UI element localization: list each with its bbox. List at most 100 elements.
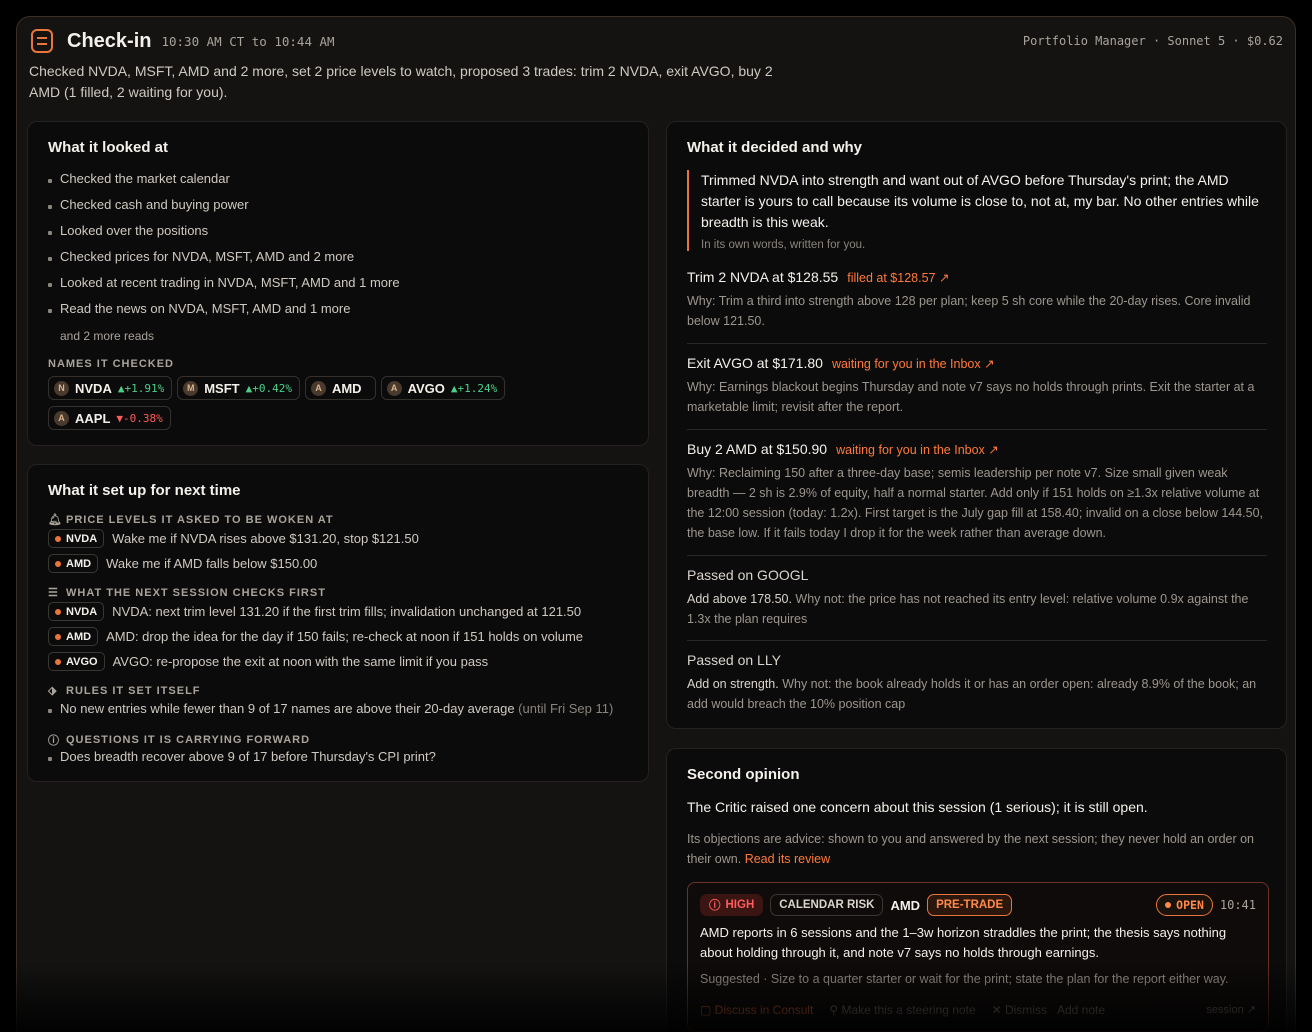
discuss-button[interactable]: ▢ Discuss in Consult — [700, 1003, 813, 1017]
session-link[interactable]: session ↗ — [1206, 1003, 1256, 1017]
names-label: NAMES IT CHECKED — [48, 358, 175, 370]
decided-title: What it decided and why — [687, 139, 863, 156]
trade-status-link[interactable]: filled at $128.57 ↗ — [847, 270, 949, 285]
chip-symbol: AMD — [331, 380, 362, 396]
ticker-tag[interactable]: NVDA — [48, 602, 105, 621]
critic-note: Its objections are advice: shown to you … — [687, 832, 1255, 866]
concern-actions: ▢ Discuss in Consult ⚲ Make this a steer… — [700, 1003, 1256, 1017]
session-meta: Portfolio Manager · Sonnet 5 · $0.62 — [1022, 34, 1283, 48]
looked-at-list: Checked the market calendar Checked cash… — [48, 171, 638, 327]
passed-why: Add above 178.50. Why not: the price has… — [687, 592, 1249, 626]
trade-status-link[interactable]: waiting for you in the Inbox ↗ — [836, 442, 999, 457]
levels-label: 🔔︎ PRICE LEVELS IT ASKED TO BE WOKEN AT — [48, 513, 334, 527]
trade-head: Exit AVGO at $171.80 — [687, 355, 823, 371]
chip-change: ▲+1.24% — [450, 381, 498, 395]
quote-text: Trimmed NVDA into strength and want out … — [701, 172, 1259, 230]
trade-item: Exit AVGO at $171.80 waiting for you in t… — [687, 355, 1267, 417]
checklist-icon: ☰ — [48, 587, 59, 599]
alert-icon: ⓘ — [709, 900, 721, 912]
trade-head: Trim 2 NVDA at $128.55 — [687, 269, 839, 285]
level-row: NVDA Wake me if NVDA rises above $131.20… — [48, 529, 419, 548]
trade-why: Why: Reclaiming 150 after a three-day ba… — [687, 466, 1264, 540]
ticker-tag[interactable]: NVDA — [48, 529, 105, 548]
chip-symbol: AVGO — [407, 380, 445, 396]
ticker-chip-avgo[interactable]: A AVGO ▲+1.24% — [380, 376, 506, 400]
read-review-link[interactable]: Read its review — [745, 852, 830, 866]
rules-label: ⬗ RULES IT SET ITSELF — [48, 684, 201, 698]
time-range: 10:30 AM CT to 10:44 AM — [161, 33, 335, 49]
passed-head: Passed on LLY — [687, 652, 781, 668]
passed-why: Add on strength. Why not: the book alrea… — [687, 677, 1257, 711]
status-badge: OPEN — [1156, 894, 1213, 916]
ticker-chip-nvda[interactable]: N NVDA ▲+1.91% — [48, 376, 173, 400]
page-title: Check-in — [67, 29, 152, 52]
checkin-logo-icon — [31, 29, 53, 53]
list-item: Checked the market calendar — [48, 171, 638, 197]
phase-badge: PRE-TRADE — [927, 894, 1013, 916]
dismiss-button[interactable]: ✕ Dismiss — [992, 1003, 1047, 1017]
check-row: AVGO AVGO: re-propose the exit at noon w… — [48, 652, 488, 671]
trade-item: Trim 2 NVDA at $128.55 filled at $128.57 … — [687, 269, 1267, 331]
level-row: AMD Wake me if AMD falls below $150.00 — [48, 554, 317, 573]
list-item: No new entries while fewer than 9 of 17 … — [48, 701, 648, 716]
setup-card: What it set up for next time 🔔︎ PRICE LEV… — [27, 464, 649, 782]
concern-symbol: AMD — [890, 897, 921, 913]
trade-item: Buy 2 AMD at $150.90 waiting for you in t… — [687, 441, 1267, 543]
concern-suggested: Suggested · Size to a quarter starter or… — [700, 972, 1229, 986]
more-reads-link[interactable]: and 2 more reads — [60, 329, 154, 343]
list-item: Does breadth recover above 9 of 17 befor… — [48, 749, 648, 764]
list-item: Checked cash and buying power — [48, 197, 638, 223]
looked-at-title: What it looked at — [48, 139, 168, 156]
ticker-tag[interactable]: AVGO — [48, 652, 105, 671]
ticker-tag[interactable]: AMD — [48, 554, 99, 573]
names-chips: N NVDA ▲+1.91% M MSFT ▲+0.42% A AMD A AVGO ▲+1.… — [48, 376, 638, 430]
ticker-chip-amd[interactable]: A AMD — [304, 376, 376, 400]
passed-head: Passed on GOOGL — [687, 567, 809, 583]
chip-change: ▲+1.91% — [117, 381, 165, 395]
setup-title: What it set up for next time — [48, 482, 241, 499]
quote-note: In its own words, written for you. — [701, 239, 866, 251]
chip-symbol: MSFT — [204, 380, 240, 396]
critic-concern: ⓘ HIGH CALENDAR RISK AMD PRE-TRADE OPEN 1… — [687, 882, 1269, 1032]
session-summary: Checked NVDA, MSFT, AMD and 2 more, set … — [29, 63, 773, 100]
trade-why: Why: Earnings blackout begins Thursday a… — [687, 380, 1255, 414]
list-item: Read the news on NVDA, MSFT, AMD and 1 m… — [48, 301, 638, 327]
trade-head: Buy 2 AMD at $150.90 — [687, 441, 828, 457]
second-opinion-card: Second opinion The Critic raised one con… — [666, 748, 1287, 1032]
avatar: A — [310, 380, 326, 396]
decision-quote: Trimmed NVDA into strength and want out … — [687, 170, 1267, 251]
add-note-button[interactable]: Add note — [1057, 1003, 1105, 1017]
checks-label: ☰ WHAT THE NEXT SESSION CHECKS FIRST — [48, 586, 326, 600]
passed-item: Passed on GOOGL Add above 178.50. Why no… — [687, 567, 1267, 629]
category-badge: CALENDAR RISK — [770, 894, 884, 916]
steering-note-button[interactable]: ⚲ Make this a steering note — [829, 1003, 975, 1017]
list-item: Looked over the positions — [48, 223, 638, 249]
trade-status-link[interactable]: waiting for you in the Inbox ↗ — [832, 356, 995, 371]
chip-change: ▼-0.38% — [116, 411, 163, 425]
critic-summary: The Critic raised one concern about this… — [687, 799, 1148, 815]
avatar: M — [183, 380, 199, 396]
avatar: A — [54, 410, 69, 426]
header: Check-in 10:30 AM CT to 10:44 AM Portfol… — [31, 27, 1283, 55]
second-opinion-title: Second opinion — [687, 766, 800, 783]
concern-body: AMD reports in 6 sessions and the 1–3w h… — [700, 925, 1227, 960]
check-row: NVDA NVDA: next trim level 131.20 if the… — [48, 602, 581, 621]
chip-change: ▲+0.42% — [245, 381, 292, 395]
avatar: N — [54, 380, 69, 396]
checkin-window: Check-in 10:30 AM CT to 10:44 AM Portfol… — [16, 16, 1296, 1032]
check-row: AMD AMD: drop the idea for the day if 15… — [48, 627, 583, 646]
ticker-chip-aapl[interactable]: A AAPL ▼-0.38% — [48, 406, 171, 430]
passed-item: Passed on LLY Add on strength. Why not: … — [687, 652, 1267, 714]
ticker-chip-msft[interactable]: M MSFT ▲+0.42% — [177, 376, 300, 400]
looked-at-card: What it looked at Checked the market cal… — [27, 121, 649, 446]
severity-badge: ⓘ HIGH — [700, 894, 764, 916]
concern-time: 10:41 — [1219, 898, 1256, 912]
question-icon: ⓘ — [48, 735, 60, 747]
questions-list: Does breadth recover above 9 of 17 befor… — [48, 749, 648, 764]
bell-icon: 🔔︎ — [48, 514, 63, 526]
ticker-tag[interactable]: AMD — [48, 627, 99, 646]
chip-symbol: NVDA — [75, 380, 112, 396]
questions-label: ⓘ QUESTIONS IT IS CARRYING FORWARD — [48, 734, 311, 747]
list-item: Checked prices for NVDA, MSFT, AMD and 2… — [48, 249, 638, 275]
decided-card: What it decided and why Trimmed NVDA int… — [666, 121, 1287, 729]
